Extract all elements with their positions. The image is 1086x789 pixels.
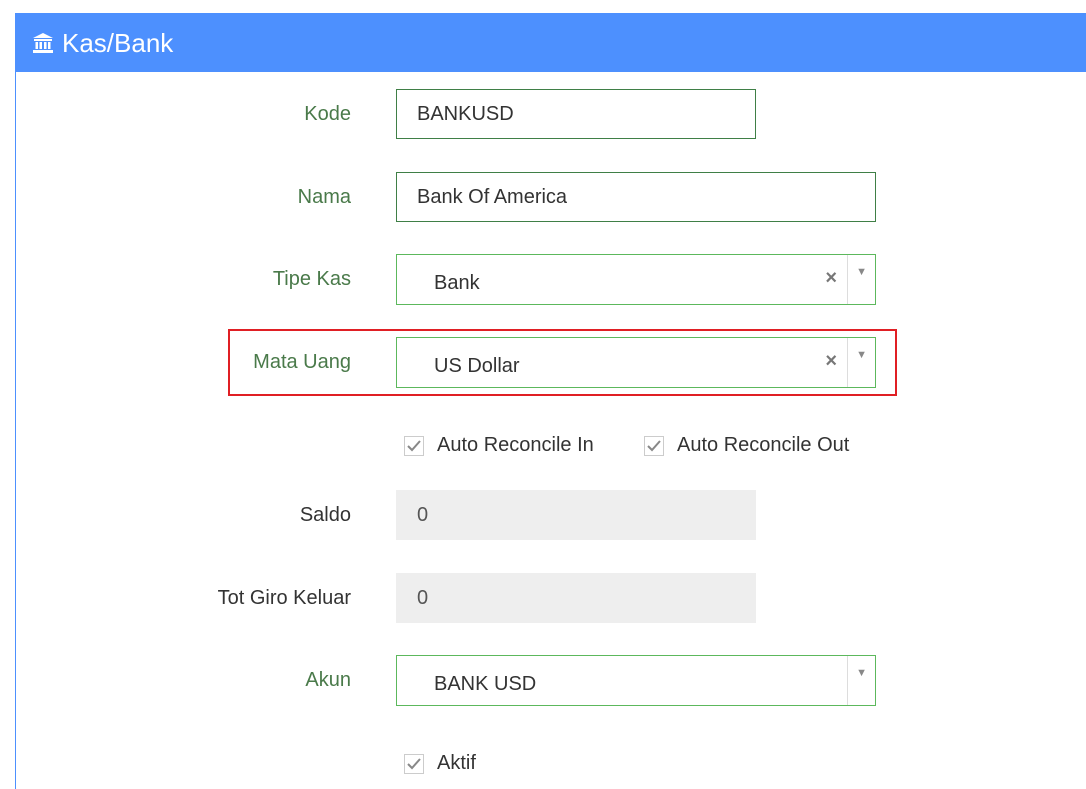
auto-reconcile-in-checkbox[interactable]: Auto Reconcile In (404, 434, 594, 457)
nama-label: Nama (297, 186, 351, 208)
tipe-kas-label: Tipe Kas (272, 268, 351, 290)
tipe-kas-clear-icon[interactable]: × (825, 267, 837, 290)
mata-uang-label: Mata Uang (253, 351, 351, 373)
aktif-checkbox[interactable]: Aktif (404, 752, 476, 775)
auto-reconcile-in-label: Auto Reconcile In (437, 434, 594, 456)
saldo-label: Saldo (299, 504, 351, 526)
auto-reconcile-in-check-icon[interactable] (404, 435, 424, 456)
akun-chevron-down-icon[interactable]: ▼ (856, 667, 867, 679)
mata-uang-select[interactable]: US Dollar × ▼ (396, 337, 876, 388)
auto-reconcile-out-checkbox[interactable]: Auto Reconcile Out (644, 434, 849, 457)
auto-reconcile-out-label: Auto Reconcile Out (677, 434, 850, 456)
kode-input[interactable]: BANKUSD (396, 89, 756, 139)
auto-reconcile-out-check-icon[interactable] (644, 435, 664, 456)
tipe-kas-select[interactable]: Bank × ▼ (396, 254, 876, 305)
nama-input[interactable]: Bank Of America (396, 172, 876, 222)
panel-header: Kas/Bank (16, 13, 1086, 72)
tot-giro-keluar-value: 0 (417, 586, 429, 609)
mata-uang-clear-icon[interactable]: × (825, 350, 837, 373)
mata-uang-chevron-down-icon[interactable]: ▼ (856, 349, 867, 361)
tipe-kas-chevron-down-icon[interactable]: ▼ (856, 266, 867, 278)
tot-giro-keluar-label: Tot Giro Keluar (217, 587, 351, 609)
mata-uang-divider (847, 338, 848, 387)
tot-giro-keluar-input: 0 (396, 573, 756, 623)
bank-icon (32, 32, 54, 54)
kode-value: BANKUSD (417, 102, 514, 125)
akun-divider (847, 656, 848, 705)
aktif-label: Aktif (437, 752, 476, 774)
nama-value: Bank Of America (417, 185, 568, 208)
panel-title: Kas/Bank (62, 27, 174, 58)
page: Kas/Bank Kode BANKUSD Nama Bank Of Ameri… (0, 0, 1086, 789)
akun-select[interactable]: BANK USD ▼ (396, 655, 876, 706)
akun-value: BANK USD (434, 673, 537, 695)
aktif-check-icon[interactable] (404, 753, 424, 774)
saldo-input: 0 (396, 490, 756, 540)
mata-uang-value: US Dollar (434, 355, 520, 377)
akun-label: Akun (305, 669, 351, 691)
tipe-kas-value: Bank (434, 272, 480, 294)
saldo-value: 0 (417, 503, 429, 526)
kode-label: Kode (304, 103, 351, 125)
tipe-kas-divider (847, 255, 848, 304)
